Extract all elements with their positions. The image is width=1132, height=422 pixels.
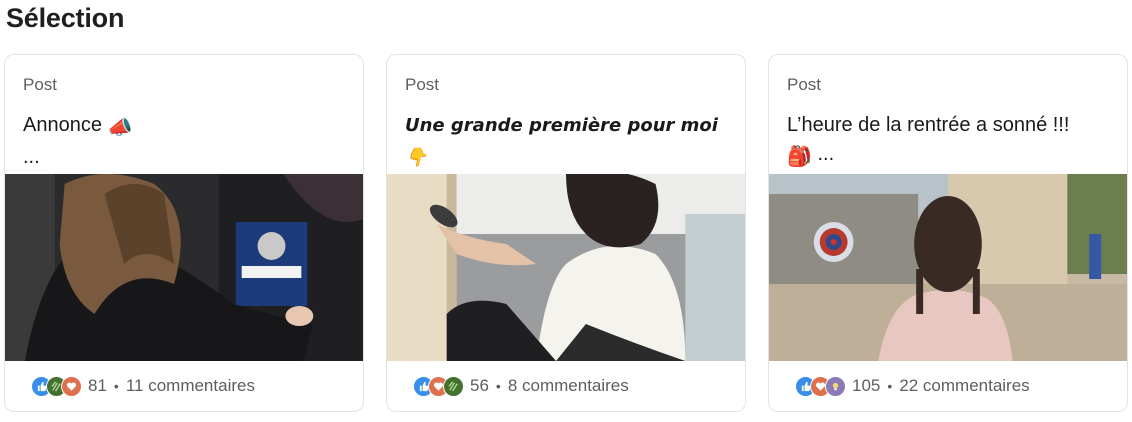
celebrate-icon <box>443 375 464 397</box>
comments-count[interactable]: 22 commentaires <box>899 376 1029 396</box>
post-image-photo <box>769 174 1127 361</box>
post-text-content: Une grande première pour moi <box>405 115 718 136</box>
separator: • <box>113 378 119 394</box>
backpack-icon: 🎒 <box>787 146 812 168</box>
post-card-2[interactable]: Post Une grande première pour moi👇 ... <box>386 54 746 412</box>
post-card-1[interactable]: Post Annonce 📣 ... 81 • 11 commentaires <box>4 54 364 412</box>
post-text[interactable]: Annonce 📣 ... <box>23 111 349 172</box>
insightful-icon <box>825 375 846 397</box>
reaction-count: 81 <box>88 376 107 395</box>
social-counts[interactable]: 81 • 11 commentaires <box>31 375 255 397</box>
post-type-label: Post <box>405 75 440 94</box>
post-text-content: L’heure de la rentrée a sonné !!! <box>787 114 1070 136</box>
post-text-content: Annonce <box>23 114 102 136</box>
post-image-photo <box>5 174 363 361</box>
post-ellipsis: ... <box>817 143 835 165</box>
post-type-label: Post <box>23 75 58 94</box>
social-counts[interactable]: 105 • 22 commentaires <box>795 375 1030 397</box>
reaction-icons <box>413 375 464 397</box>
section-title: Sélection <box>6 3 125 33</box>
reaction-count: 105 <box>852 376 881 395</box>
separator: • <box>887 378 893 394</box>
reaction-icons <box>795 375 846 397</box>
post-image[interactable] <box>769 174 1127 361</box>
post-text[interactable]: L’heure de la rentrée a sonné !!! 🎒 ... <box>787 111 1113 172</box>
social-counts[interactable]: 56 • 8 commentaires <box>413 375 629 397</box>
post-image[interactable] <box>5 174 363 361</box>
separator: • <box>495 378 501 394</box>
reaction-icons <box>31 375 82 397</box>
pointing-down-icon: 👇 <box>405 147 428 168</box>
comments-count[interactable]: 11 commentaires <box>126 376 255 396</box>
post-ellipsis: ... <box>23 146 40 168</box>
post-image-photo <box>387 174 745 361</box>
love-icon <box>61 375 82 397</box>
reaction-count: 56 <box>470 376 489 395</box>
post-card-3[interactable]: Post L’heure de la rentrée a sonné !!! 🎒… <box>768 54 1128 412</box>
post-image[interactable] <box>387 174 745 361</box>
post-type-label: Post <box>787 75 822 94</box>
megaphone-icon: 📣 <box>107 117 133 139</box>
comments-count[interactable]: 8 commentaires <box>508 376 629 396</box>
